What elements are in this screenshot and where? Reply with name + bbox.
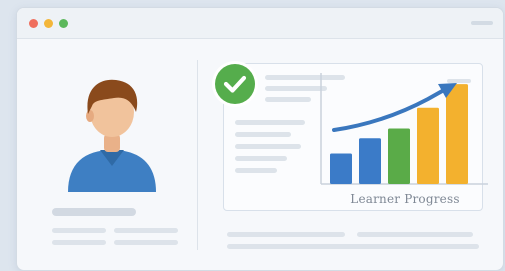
chart-title: Learner Progress (350, 192, 460, 206)
app-window: Learner Progress (16, 7, 504, 271)
profile-detail-line (52, 240, 106, 245)
card-text-line (235, 156, 287, 161)
chart-bar (417, 107, 439, 184)
card-text-line (235, 132, 291, 137)
profile-name-placeholder (52, 208, 136, 216)
check-circle-icon (223, 75, 247, 93)
user-avatar-icon (68, 79, 156, 192)
profile-detail-line (114, 240, 178, 245)
footer-text-line (227, 244, 479, 249)
close-window-button[interactable] (29, 19, 38, 28)
minimize-window-button[interactable] (44, 19, 53, 28)
chart-bar (330, 153, 352, 184)
profile-detail-line (114, 228, 178, 233)
chart-bar (359, 138, 381, 184)
chart-bar (388, 128, 410, 184)
card-text-line (265, 97, 311, 102)
card-text-line (235, 168, 277, 173)
maximize-window-button[interactable] (59, 19, 68, 28)
window-menu-bar (471, 21, 493, 25)
footer-text-line (357, 232, 473, 237)
card-text-line (235, 144, 301, 149)
footer-text-line (227, 232, 345, 237)
learner-progress-chart (320, 73, 488, 185)
card-text-line (235, 120, 305, 125)
card-text-line (265, 86, 327, 91)
title-bar (17, 8, 503, 39)
pane-divider (197, 60, 198, 250)
check-circle-badge (215, 64, 255, 104)
profile-detail-line (52, 228, 106, 233)
chart-bar (446, 84, 468, 184)
